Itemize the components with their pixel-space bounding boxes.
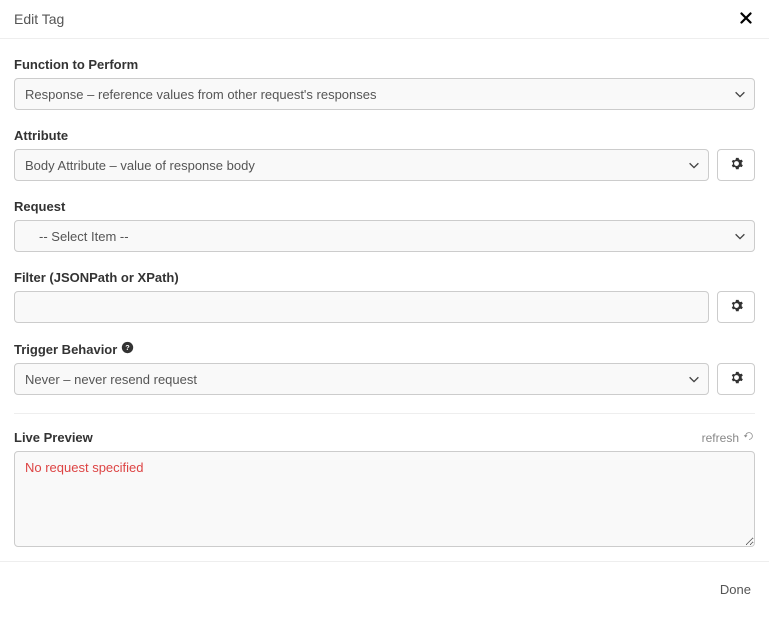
trigger-select[interactable]: Never – never resend request — [14, 363, 709, 395]
attribute-settings-button[interactable] — [717, 149, 755, 181]
dialog-footer: Done — [0, 561, 769, 603]
refresh-button[interactable]: refresh — [702, 430, 755, 445]
attribute-select-value: Body Attribute – value of response body — [25, 158, 255, 173]
filter-settings-button[interactable] — [717, 291, 755, 323]
gear-icon — [730, 299, 743, 315]
field-function: Function to Perform Response – reference… — [14, 57, 755, 110]
field-attribute: Attribute Body Attribute – value of resp… — [14, 128, 755, 181]
function-select-value: Response – reference values from other r… — [25, 87, 377, 102]
preview-textarea[interactable]: No request specified — [14, 451, 755, 547]
trigger-label-text: Trigger Behavior — [14, 342, 117, 357]
dialog-title: Edit Tag — [14, 11, 64, 27]
svg-text:?: ? — [126, 343, 131, 352]
close-icon — [740, 12, 752, 27]
request-select-value: -- Select Item -- — [25, 229, 129, 244]
attribute-select[interactable]: Body Attribute – value of response body — [14, 149, 709, 181]
field-trigger: Trigger Behavior ? Never – never resend … — [14, 341, 755, 395]
preview-label: Live Preview — [14, 430, 93, 445]
divider — [14, 413, 755, 414]
filter-label: Filter (JSONPath or XPath) — [14, 270, 755, 285]
done-button[interactable]: Done — [716, 576, 755, 603]
help-icon[interactable]: ? — [121, 341, 134, 357]
dialog-body: Function to Perform Response – reference… — [0, 39, 769, 561]
request-label: Request — [14, 199, 755, 214]
field-request: Request -- Select Item -- — [14, 199, 755, 252]
attribute-label: Attribute — [14, 128, 755, 143]
function-select[interactable]: Response – reference values from other r… — [14, 78, 755, 110]
refresh-icon — [743, 430, 755, 445]
refresh-label: refresh — [702, 431, 739, 445]
trigger-settings-button[interactable] — [717, 363, 755, 395]
trigger-select-value: Never – never resend request — [25, 372, 197, 387]
request-select[interactable]: -- Select Item -- — [14, 220, 755, 252]
trigger-label: Trigger Behavior ? — [14, 341, 755, 357]
filter-input[interactable] — [14, 291, 709, 323]
field-filter: Filter (JSONPath or XPath) — [14, 270, 755, 323]
field-preview: Live Preview refresh No request specifie… — [14, 430, 755, 547]
close-button[interactable] — [737, 10, 755, 28]
function-label: Function to Perform — [14, 57, 755, 72]
gear-icon — [730, 157, 743, 173]
dialog-header: Edit Tag — [0, 0, 769, 39]
gear-icon — [730, 371, 743, 387]
preview-message: No request specified — [25, 460, 144, 475]
